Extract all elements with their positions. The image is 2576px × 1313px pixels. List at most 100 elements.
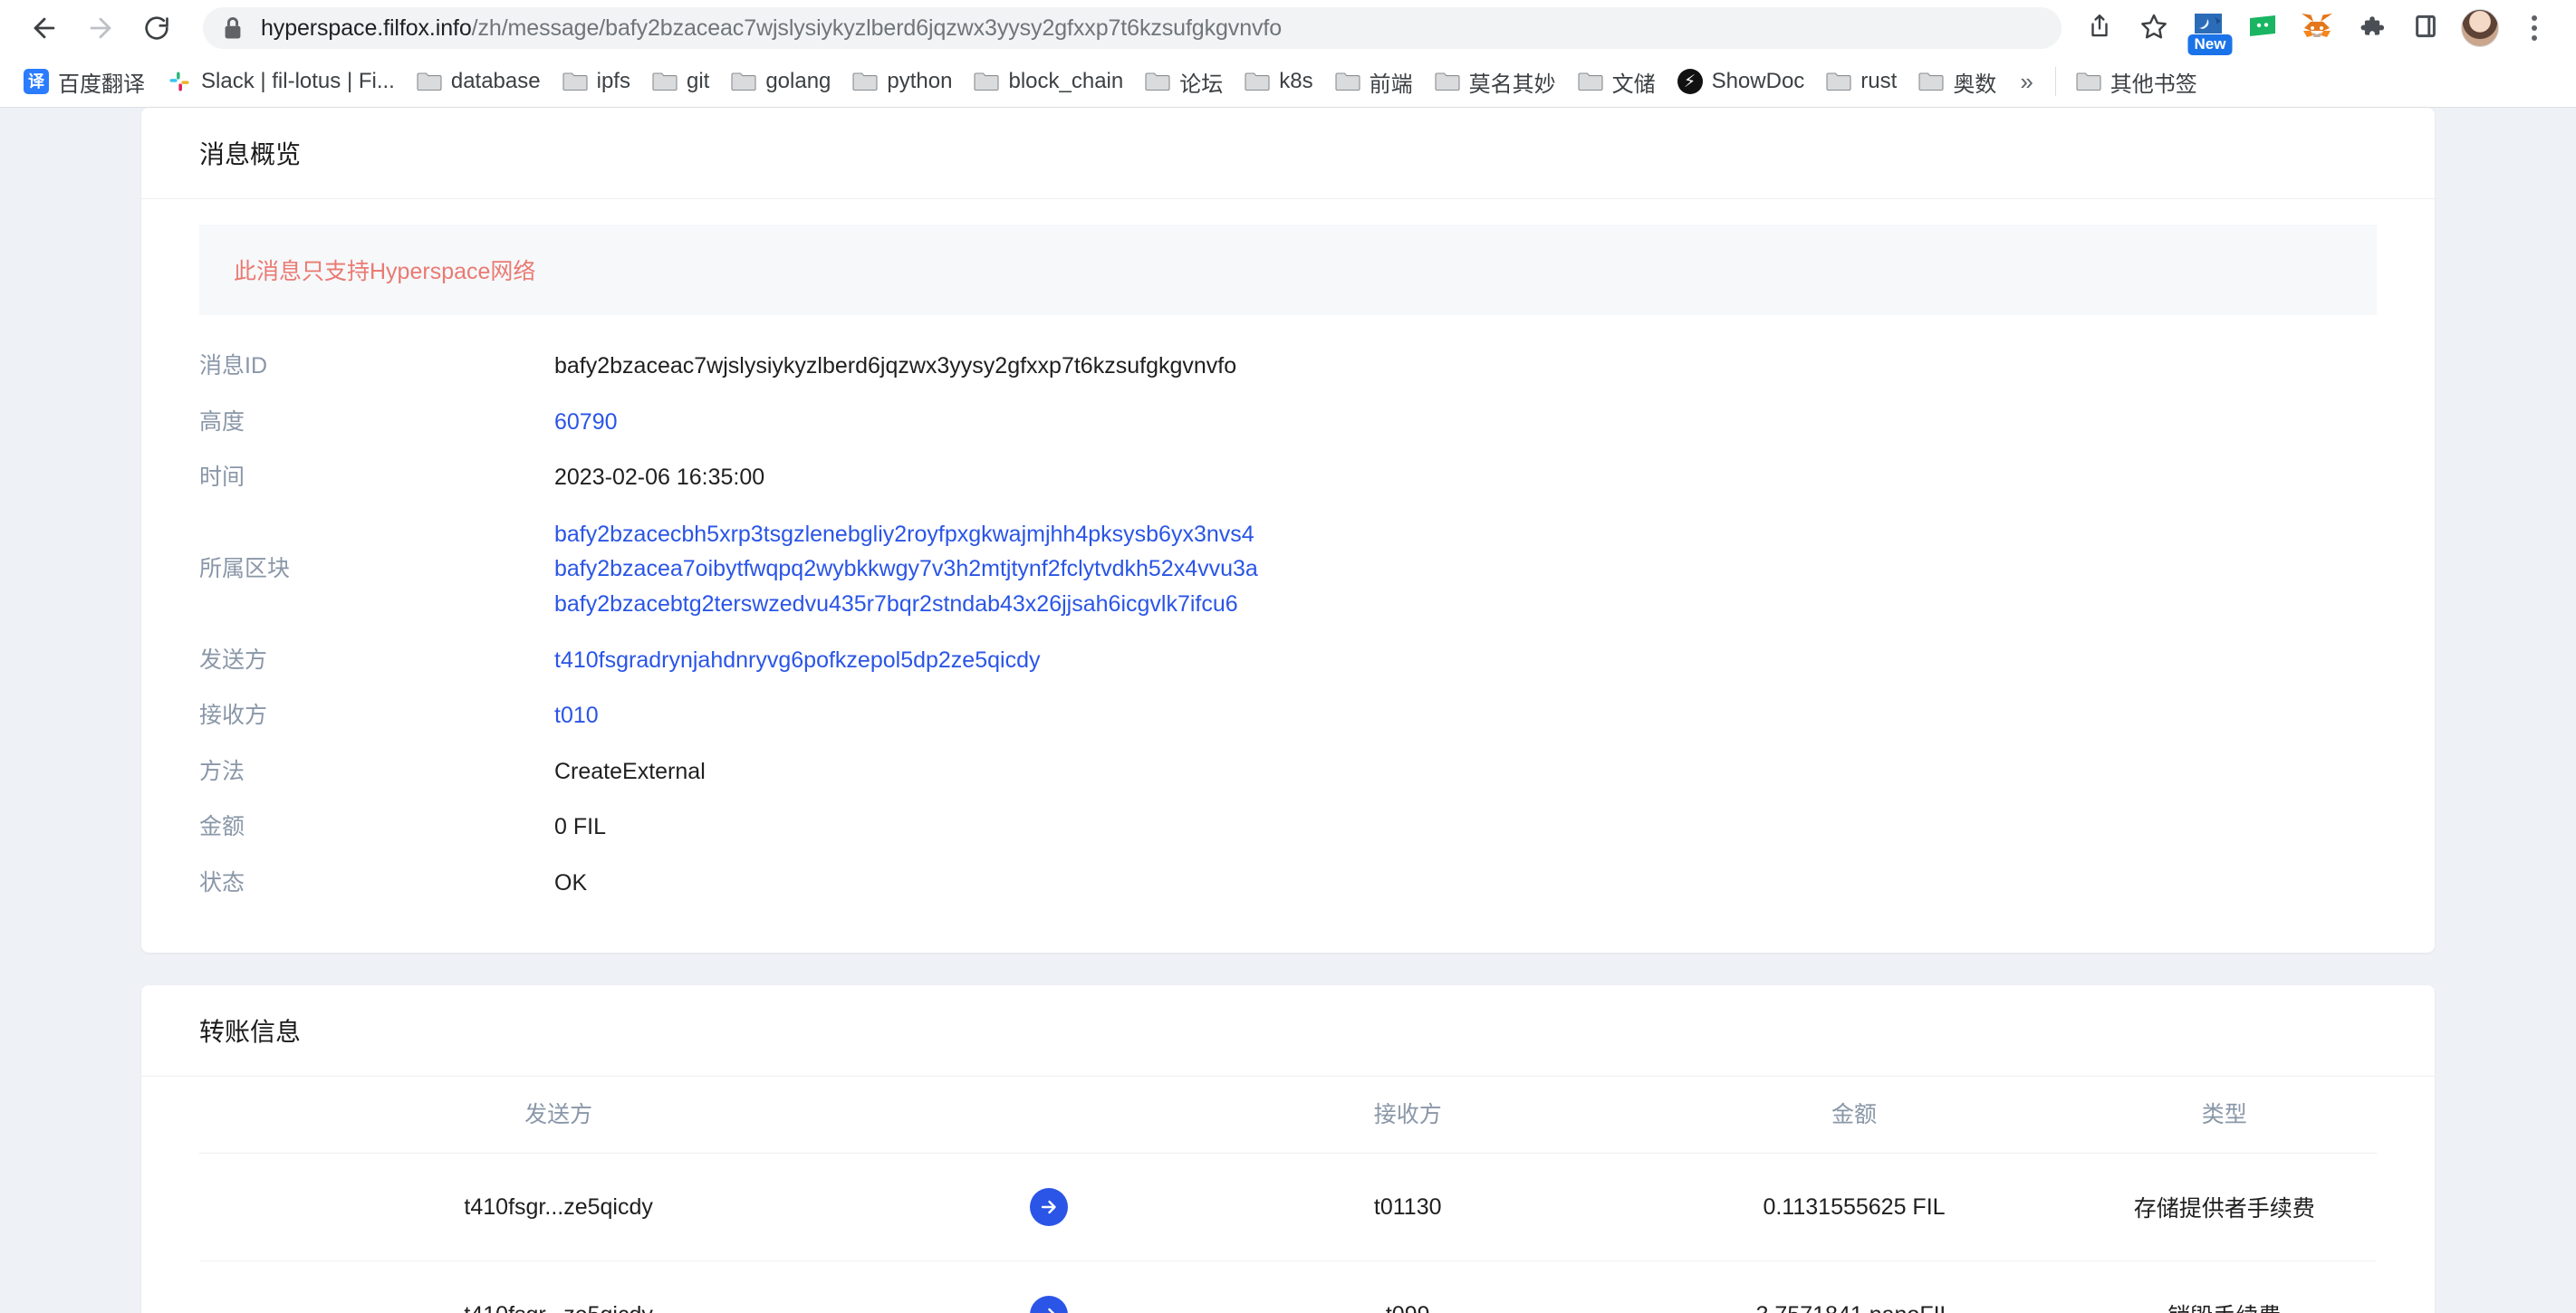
transfers-table: 发送方 接收方 金额 类型 t410fsgr...ze5qicdy t01130… — [199, 1077, 2377, 1313]
method-value: CreateExternal — [554, 758, 706, 784]
folder-icon — [852, 71, 878, 92]
bookmark-slack[interactable]: Slack | fil-lotus | Fi... — [156, 63, 406, 100]
chrome-menu-button[interactable] — [2509, 3, 2560, 53]
table-row: t410fsgr...ze5qicdy t01130 0.1131555625 … — [199, 1153, 2377, 1262]
height-link[interactable]: 60790 — [554, 406, 618, 440]
side-panel-button[interactable] — [2400, 3, 2451, 53]
blocks-list: bafy2bzacecbh5xrp3tsgzlenebgliy2royfpxgk… — [554, 517, 1258, 622]
bookmark-label: Slack | fil-lotus | Fi... — [201, 69, 395, 93]
bookmark-label: 论坛 — [1179, 72, 1224, 97]
folder-icon — [1918, 71, 1944, 92]
url-host: hyperspace.filfox.info — [261, 14, 472, 41]
bookmark-showdoc[interactable]: ⚡ ShowDoc — [1667, 63, 1816, 100]
bookmark-rust[interactable]: rust — [1815, 63, 1908, 100]
profile-button[interactable] — [2455, 3, 2505, 53]
chat-extension-icon — [2248, 14, 2277, 43]
bookmark-label: k8s — [1279, 69, 1313, 93]
slack-icon — [167, 69, 192, 94]
bookmark-frontend[interactable]: 前端 — [1324, 61, 1424, 103]
bookmark-label: 其他书签 — [2110, 72, 2197, 97]
field-label: 高度 — [199, 408, 245, 435]
time-value: 2023-02-06 16:35:00 — [554, 465, 765, 490]
share-button[interactable] — [2074, 3, 2125, 53]
metamask-icon — [2300, 11, 2334, 46]
message-id-value: bafy2bzaceac7wjslysiykyzlberd6jqzwx3yysy… — [554, 353, 1237, 379]
forward-button[interactable] — [72, 0, 129, 56]
cell-arrow — [918, 1261, 1178, 1313]
extension-new-badge: New — [2187, 34, 2233, 55]
field-to: 接收方 t010 — [199, 699, 2377, 733]
folder-icon — [731, 71, 756, 92]
transfers-table-head: 发送方 接收方 金额 类型 — [199, 1077, 2377, 1155]
field-label: 所属区块 — [199, 555, 291, 581]
arrow-right-circle-icon — [1029, 1296, 1068, 1313]
bookmarks-bar: 译 百度翻译 Slack | fil-lotus | Fi... databas… — [0, 56, 2576, 107]
bookmark-label: 奥数 — [1953, 72, 1997, 97]
bookmark-k8s[interactable]: k8s — [1234, 63, 1323, 100]
bookmark-wenchu[interactable]: 文储 — [1567, 61, 1667, 103]
folder-icon — [652, 71, 678, 92]
bookmark-python[interactable]: python — [841, 63, 963, 100]
folder-icon — [1578, 71, 1603, 92]
bookmark-misc[interactable]: 莫名其妙 — [1424, 61, 1567, 103]
message-overview-card: 消息概览 此消息只支持Hyperspace网络 消息ID bafy2bzacea… — [141, 108, 2435, 954]
reload-button[interactable] — [129, 0, 185, 56]
bookmark-label: 百度翻译 — [58, 72, 145, 97]
from-address-link[interactable]: t410fsgradrynjahdnryvg6pofkzepol5dp2ze5q… — [554, 644, 1040, 678]
column-header-arrow — [918, 1077, 1179, 1155]
folder-icon — [2076, 71, 2101, 92]
bookmarks-overflow-button[interactable]: » — [2007, 68, 2045, 96]
bookmark-other-bookmarks[interactable]: 其他书签 — [2065, 61, 2208, 103]
bookmark-aoshu[interactable]: 奥数 — [1908, 61, 2007, 103]
bookmark-baidu-translate[interactable]: 译 百度翻译 — [13, 61, 156, 103]
cell-to[interactable]: t01130 — [1178, 1153, 1637, 1262]
amount-value: 0 FIL — [554, 814, 606, 840]
field-time: 时间 2023-02-06 16:35:00 — [199, 461, 2377, 495]
cell-from[interactable]: t410fsgr...ze5qicdy — [199, 1261, 918, 1313]
block-cid-link[interactable]: bafy2bzacebtg2terswzedvu435r7bqr2stndab4… — [554, 587, 1258, 622]
cell-from[interactable]: t410fsgr...ze5qicdy — [199, 1153, 918, 1262]
chat-extension-button[interactable] — [2237, 3, 2288, 53]
bookmark-git[interactable]: git — [641, 63, 720, 100]
folder-icon — [1145, 71, 1170, 92]
message-overview-header: 消息概览 — [141, 108, 2435, 199]
bookmark-button[interactable] — [2129, 3, 2179, 53]
field-method: 方法 CreateExternal — [199, 755, 2377, 790]
extensions-button[interactable] — [2346, 3, 2397, 53]
block-cid-link[interactable]: bafy2bzacecbh5xrp3tsgzlenebgliy2royfpxgk… — [554, 517, 1258, 552]
folder-icon — [417, 71, 442, 92]
message-overview-body: 此消息只支持Hyperspace网络 消息ID bafy2bzaceac7wjs… — [141, 199, 2435, 953]
address-bar[interactable]: hyperspace.filfox.info/zh/message/bafy2b… — [203, 7, 2062, 49]
column-header-type: 类型 — [2071, 1077, 2377, 1155]
transfers-card: 转账信息 发送方 接收方 金额 类型 t410fsgr...ze5qicdy t… — [141, 985, 2435, 1313]
bookmark-forum[interactable]: 论坛 — [1134, 61, 1234, 103]
cell-type: 存储提供者手续费 — [2071, 1153, 2377, 1262]
side-panel-icon — [2412, 13, 2439, 44]
bookmark-golang[interactable]: golang — [720, 63, 841, 100]
block-cid-link[interactable]: bafy2bzacea7oibytfwqpq2wybkkwgy7v3h2mtjt… — [554, 551, 1258, 587]
bookmark-block-chain[interactable]: block_chain — [963, 63, 1134, 100]
folder-icon — [1435, 71, 1460, 92]
column-header-amount: 金额 — [1636, 1077, 2072, 1155]
bookmark-star-icon — [2139, 12, 2168, 45]
network-notice-text: 此消息只支持Hyperspace网络 — [234, 259, 536, 284]
field-status: 状态 OK — [199, 867, 2377, 901]
cell-to[interactable]: t099 — [1179, 1261, 1637, 1313]
column-header-from: 发送方 — [199, 1077, 918, 1155]
cell-arrow — [918, 1153, 1179, 1262]
to-address-link[interactable]: t010 — [554, 699, 599, 733]
field-height: 高度 60790 — [199, 406, 2377, 440]
baidu-translate-icon: 译 — [24, 69, 49, 94]
bookmark-database[interactable]: database — [406, 63, 552, 100]
lock-icon — [223, 16, 243, 40]
field-message-id: 消息ID bafy2bzaceac7wjslysiykyzlberd6jqzwx… — [199, 350, 2377, 384]
bookmark-label: 文储 — [1611, 72, 1656, 97]
reload-icon — [142, 14, 171, 43]
field-label: 方法 — [199, 758, 245, 784]
network-notice-banner: 此消息只支持Hyperspace网络 — [199, 225, 2377, 315]
extension-new-button[interactable]: New — [2183, 3, 2234, 55]
back-button[interactable] — [16, 0, 72, 56]
toolbar-icon-group: New — [2074, 3, 2560, 55]
metamask-button[interactable] — [2292, 3, 2342, 53]
bookmark-ipfs[interactable]: ipfs — [552, 63, 641, 100]
